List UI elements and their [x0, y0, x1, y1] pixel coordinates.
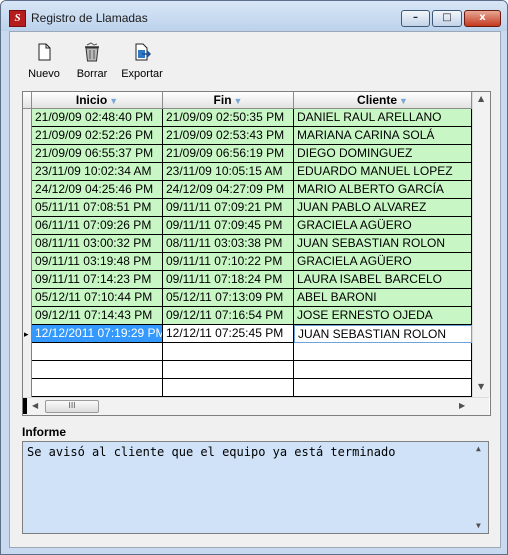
column-header-fin-label: Fin	[213, 93, 232, 107]
informe-textarea[interactable]: Se avisó al cliente que el equipo ya est…	[22, 441, 489, 534]
scroll-up-icon[interactable]: ▲	[476, 444, 481, 453]
cell-fin[interactable]: 09/11/11 07:10:22 PM	[163, 253, 294, 271]
empty-cell[interactable]	[294, 379, 472, 397]
column-header-fin[interactable]: Fin ▼	[163, 92, 294, 109]
cell-inicio[interactable]: 24/12/09 04:25:46 PM	[32, 181, 163, 199]
export-icon	[135, 43, 152, 61]
cell-cliente[interactable]: ABEL BARONI	[294, 289, 472, 307]
cell-cliente[interactable]: JUAN PABLO ALVAREZ	[294, 199, 472, 217]
informe-label: Informe	[22, 425, 67, 439]
cell-inicio[interactable]: 06/11/11 07:09:26 PM	[32, 217, 163, 235]
cell-cliente[interactable]: DIEGO DOMINGUEZ	[294, 145, 472, 163]
cell-fin[interactable]: 09/11/11 07:09:21 PM	[163, 199, 294, 217]
cell-cliente[interactable]: GRACIELA AGÜERO	[294, 253, 472, 271]
calls-grid[interactable]: Inicio ▼ Fin ▼ Cliente ▼ ▸ 21/09/09 02:48:4…	[22, 91, 491, 416]
column-header-cliente-label: Cliente	[357, 93, 398, 107]
cell-inicio[interactable]: 21/09/09 06:55:37 PM	[32, 145, 163, 163]
column-header-cliente[interactable]: Cliente ▼	[294, 92, 472, 109]
empty-cell[interactable]	[32, 343, 163, 361]
cell-cliente[interactable]: JUAN SEBASTIAN ROLON	[294, 325, 472, 343]
export-button-label: Exportar	[121, 68, 163, 80]
empty-cell[interactable]	[163, 379, 294, 397]
cell-inicio[interactable]: 23/11/09 10:02:34 AM	[32, 163, 163, 181]
sort-arrow-icon[interactable]: ▼	[109, 96, 118, 106]
scroll-right-icon[interactable]: ▶	[459, 401, 465, 410]
empty-cell[interactable]	[294, 343, 472, 361]
informe-scrollbar[interactable]: ▲ ▼	[472, 442, 488, 533]
horizontal-scrollbar[interactable]: ◀ III ▶	[23, 397, 489, 415]
vertical-scrollbar[interactable]: ▲ ▼	[472, 92, 490, 397]
cell-fin[interactable]: 21/09/09 02:50:35 PM	[163, 109, 294, 127]
delete-button[interactable]: Borrar	[73, 42, 111, 80]
cell-fin[interactable]: 23/11/09 10:05:15 AM	[163, 163, 294, 181]
scrollbar-edge	[23, 398, 27, 414]
cell-cliente[interactable]: GRACIELA AGÜERO	[294, 217, 472, 235]
export-button[interactable]: Exportar	[118, 42, 166, 80]
cell-fin[interactable]: 09/11/11 07:18:24 PM	[163, 271, 294, 289]
cell-inicio[interactable]: 05/12/11 07:10:44 PM	[32, 289, 163, 307]
horizontal-scroll-thumb[interactable]: III	[45, 400, 99, 413]
cell-cliente[interactable]: EDUARDO MANUEL LOPEZ	[294, 163, 472, 181]
cell-fin[interactable]: 08/11/11 03:03:38 PM	[163, 235, 294, 253]
cell-fin[interactable]: 24/12/09 04:27:09 PM	[163, 181, 294, 199]
new-button[interactable]: Nuevo	[26, 42, 62, 80]
cell-fin[interactable]: 21/09/09 02:53:43 PM	[163, 127, 294, 145]
delete-button-label: Borrar	[76, 68, 108, 80]
active-row-indicator-icon: ▸	[24, 330, 29, 340]
column-header-inicio-label: Inicio	[75, 93, 108, 107]
empty-cell[interactable]	[163, 361, 294, 379]
cell-inicio[interactable]: 21/09/09 02:52:26 PM	[32, 127, 163, 145]
cell-fin[interactable]: 05/12/11 07:13:09 PM	[163, 289, 294, 307]
empty-cell[interactable]	[32, 379, 163, 397]
cell-fin[interactable]: 12/12/11 07:25:45 PM	[163, 325, 294, 343]
cell-inicio[interactable]: 09/11/11 07:14:23 PM	[32, 271, 163, 289]
cell-inicio[interactable]: 09/12/11 07:14:43 PM	[32, 307, 163, 325]
client-area: Nuevo Borrar Exportar Inicio ▼ Fin ▼ Cli…	[9, 31, 501, 548]
cell-cliente[interactable]: MARIANA CARINA SOLÁ	[294, 127, 472, 145]
cell-fin[interactable]: 21/09/09 06:56:19 PM	[163, 145, 294, 163]
trash-icon	[85, 42, 99, 62]
row-selector-column[interactable]: ▸	[23, 109, 32, 397]
column-header-inicio[interactable]: Inicio ▼	[32, 92, 163, 109]
empty-cell[interactable]	[294, 361, 472, 379]
sort-arrow-icon[interactable]: ▼	[234, 96, 243, 106]
maximize-button[interactable]: □	[432, 10, 462, 27]
cell-inicio[interactable]: 09/11/11 03:19:48 PM	[32, 253, 163, 271]
empty-cell[interactable]	[32, 361, 163, 379]
cell-inicio[interactable]: 12/12/2011 07:19:29 PM	[32, 325, 163, 343]
cell-inicio[interactable]: 08/11/11 03:00:32 PM	[32, 235, 163, 253]
cell-fin[interactable]: 09/11/11 07:09:45 PM	[163, 217, 294, 235]
sort-arrow-icon[interactable]: ▼	[399, 96, 408, 106]
cell-inicio[interactable]: 05/11/11 07:08:51 PM	[32, 199, 163, 217]
cell-cliente[interactable]: LAURA ISABEL BARCELO	[294, 271, 472, 289]
scroll-down-icon[interactable]: ▼	[478, 382, 484, 391]
minimize-button[interactable]: –	[401, 10, 430, 27]
cell-cliente[interactable]: JOSE ERNESTO OJEDA	[294, 307, 472, 325]
empty-cell[interactable]	[163, 343, 294, 361]
new-button-label: Nuevo	[28, 68, 60, 80]
main-window: S Registro de Llamadas – □ x Nuevo Borra…	[0, 0, 508, 555]
title-bar[interactable]: S Registro de Llamadas – □ x	[1, 1, 507, 31]
window-title: Registro de Llamadas	[31, 11, 148, 25]
cell-inicio[interactable]: 21/09/09 02:48:40 PM	[32, 109, 163, 127]
cell-cliente[interactable]: DANIEL RAUL ARELLANO	[294, 109, 472, 127]
informe-text: Se avisó al cliente que el equipo ya est…	[27, 445, 396, 459]
scroll-up-icon[interactable]: ▲	[478, 94, 484, 103]
cell-cliente[interactable]: MARIO ALBERTO GARCÍA	[294, 181, 472, 199]
cell-cliente[interactable]: JUAN SEBASTIAN ROLON	[294, 235, 472, 253]
cell-fin[interactable]: 09/12/11 07:16:54 PM	[163, 307, 294, 325]
close-button[interactable]: x	[464, 10, 501, 27]
new-document-icon	[38, 43, 51, 61]
scroll-left-icon[interactable]: ◀	[32, 401, 38, 410]
scroll-down-icon[interactable]: ▼	[476, 521, 481, 530]
app-icon[interactable]: S	[9, 10, 26, 27]
row-selector-header	[23, 92, 32, 109]
